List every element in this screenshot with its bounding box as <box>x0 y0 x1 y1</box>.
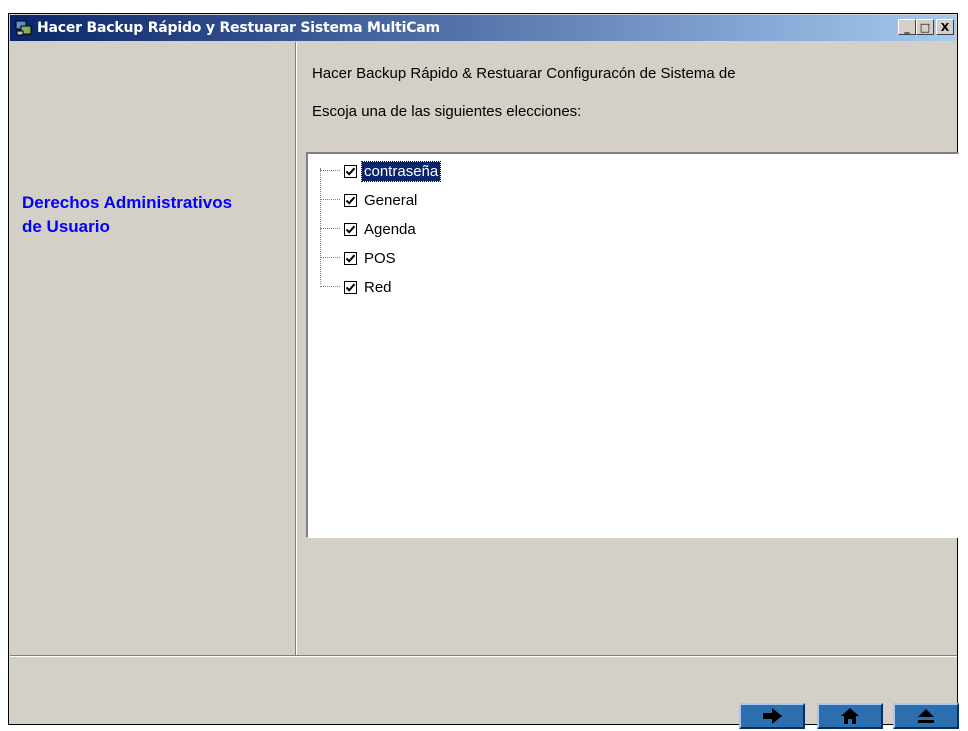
tree-item-agenda[interactable]: Agenda <box>320 216 418 242</box>
app-icon <box>15 19 33 37</box>
home-button[interactable] <box>817 703 883 729</box>
checkmark-icon <box>345 167 356 176</box>
tree-item-label: Red <box>364 278 392 296</box>
checkbox-red[interactable] <box>344 280 357 294</box>
tree-item-label: contraseña <box>360 160 442 182</box>
sidebar: Derechos Administrativos de Usuario <box>10 42 295 655</box>
title-bar[interactable]: Hacer Backup Rápido y Restuarar Sistema … <box>10 15 956 41</box>
window-title: Hacer Backup Rápido y Restuarar Sistema … <box>37 20 440 36</box>
home-icon <box>841 708 859 724</box>
checkmark-icon <box>345 196 356 205</box>
vertical-divider-highlight <box>296 42 297 655</box>
checkmark-icon <box>345 283 356 292</box>
tree-connector <box>320 257 340 259</box>
eject-icon <box>918 709 934 723</box>
options-tree[interactable]: contraseña General Agenda POS Red <box>306 152 959 538</box>
page-title: Hacer Backup Rápido & Restuarar Configur… <box>312 65 736 82</box>
page-instruction: Escoja una de las siguientes elecciones: <box>312 103 582 120</box>
eject-button[interactable] <box>893 703 959 729</box>
minimize-button[interactable]: _ <box>898 19 916 35</box>
checkmark-icon <box>345 225 356 234</box>
window-controls: _ □ X <box>898 19 954 35</box>
footer-divider-highlight <box>10 656 957 657</box>
next-button[interactable] <box>739 703 805 729</box>
checkbox-agenda[interactable] <box>344 222 357 236</box>
tree-item-general[interactable]: General <box>320 187 419 213</box>
checkmark-icon <box>345 254 356 263</box>
checkbox-general[interactable] <box>344 193 357 207</box>
app-window: Hacer Backup Rápido y Restuarar Sistema … <box>8 13 959 729</box>
maximize-icon: □ <box>919 20 931 34</box>
tree-connector <box>320 228 340 230</box>
tree-item-label: General <box>364 191 418 209</box>
tree-connector <box>320 286 340 288</box>
close-button[interactable]: X <box>936 19 954 35</box>
section-title: Derechos Administrativos de Usuario <box>22 193 233 236</box>
tree-item-label: Agenda <box>364 220 416 238</box>
close-icon: X <box>940 20 950 34</box>
checkbox-contrasena[interactable] <box>344 164 357 178</box>
minimize-icon: _ <box>904 20 910 34</box>
maximize-button[interactable]: □ <box>916 19 934 35</box>
tree-connector <box>320 199 340 201</box>
tree-connector <box>320 170 340 172</box>
arrow-right-icon <box>763 708 782 724</box>
checkbox-pos[interactable] <box>344 251 357 265</box>
tree-item-red[interactable]: Red <box>320 274 394 300</box>
tree-item-pos[interactable]: POS <box>320 245 398 271</box>
tree-item-contrasena[interactable]: contraseña <box>320 158 442 184</box>
tree-item-label: POS <box>364 249 396 267</box>
